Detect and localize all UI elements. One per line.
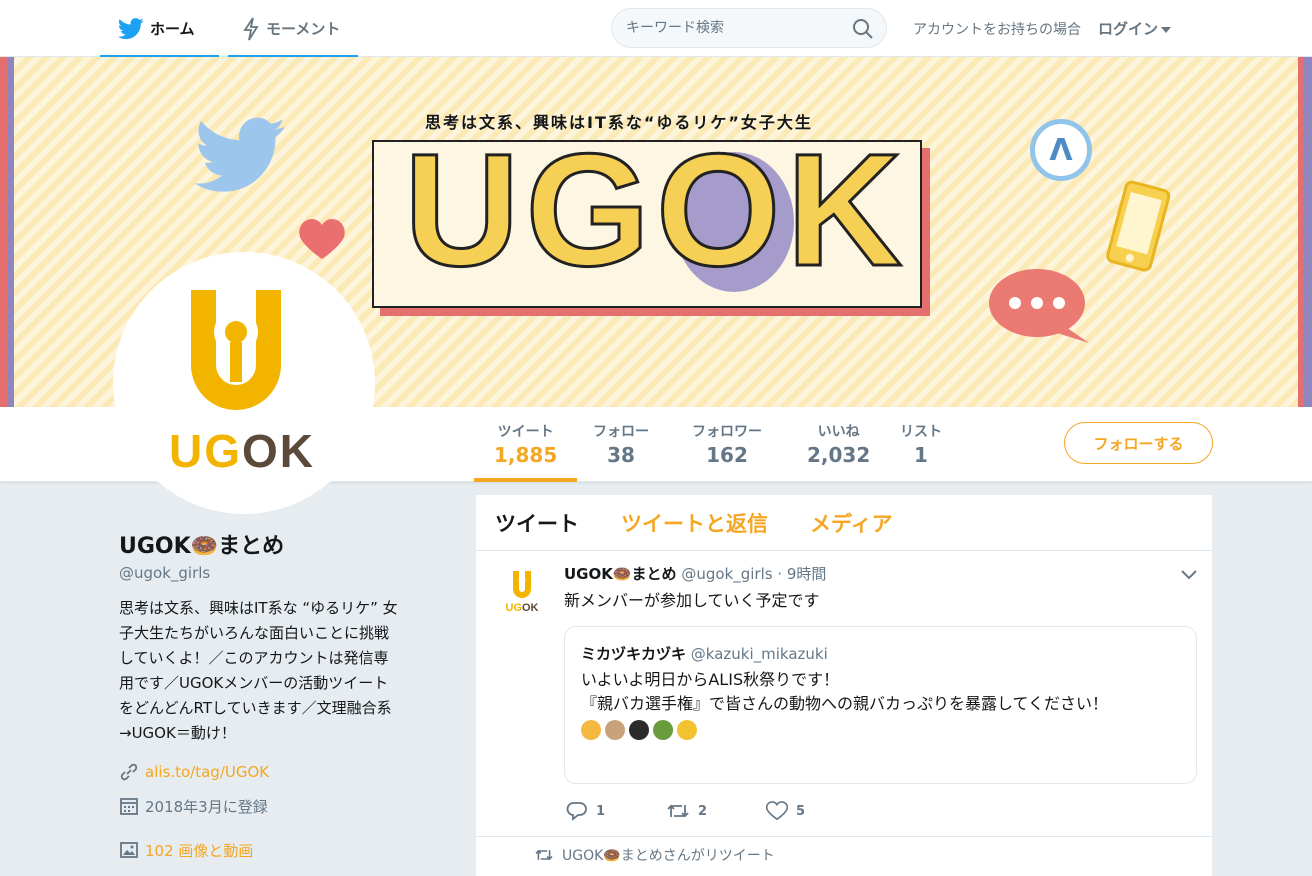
like-button[interactable]: 5 [766,801,866,821]
stat-value: 38 [607,443,635,467]
profile-avatar[interactable]: UGOK [113,252,375,514]
tweet-author-handle[interactable]: @ugok_girls [681,565,772,583]
retweet-count: 2 [698,803,708,819]
stat-value: 2,032 [807,443,871,467]
like-count: 5 [796,803,806,819]
avatar-logo-text: UGOK [169,424,315,478]
retweet-icon [667,804,689,818]
banner-stripe [0,57,8,407]
caret-down-icon [1161,26,1172,33]
stat-label: リスト [900,424,942,440]
timeline-tabs: ツイート ツイートと返信 メディア [476,495,1212,551]
nav-home-label: ホーム [150,20,195,38]
profile-link-row: alis.to/tag/UGOK [119,760,449,784]
calendar-icon [120,798,138,815]
profile-joined-row: 2018年3月に登録 [119,794,449,818]
nav-moments[interactable]: モーメント [227,0,359,57]
quoted-author-handle: @kazuki_mikazuki [690,645,828,663]
stat-likes[interactable]: いいね 2,032 [807,421,870,467]
lightning-icon [243,17,259,40]
alis-logo-icon: Λ [1030,119,1092,181]
twitter-bird-icon [195,117,286,192]
banner-stripe [1298,57,1304,407]
stat-value: 162 [706,443,748,467]
stat-label: フォロワー [692,424,762,440]
retweet-button[interactable]: 2 [666,801,766,821]
heart-icon [299,219,345,259]
link-icon [120,763,138,781]
stat-tweets[interactable]: ツイート 1,885 [473,421,578,482]
stat-followers[interactable]: フォロワー 162 [692,421,762,467]
profile-card: UGOK🍩まとめ @ugok_girls 思考は文系、興味はIT系な “ゆるリケ… [119,528,449,862]
quoted-tweet-text: いよいよ明日からALIS秋祭りです！ 『親バカ選手権』で皆さんの動物への親バカっ… [581,670,1109,713]
turtle-emoji-icon [653,720,673,740]
bee-emoji-icon [677,720,697,740]
chat-bubble-icon [989,269,1089,343]
banner-stripe [1304,57,1312,407]
stat-label: フォロー [593,424,649,440]
stat-label: ツイート [497,424,554,440]
nav-home[interactable]: ホーム [100,0,218,57]
tweet-text: 新メンバーが参加していく予定です [564,591,820,610]
stat-value: 1 [914,443,928,467]
retweet-context-text[interactable]: UGOK🍩まとめさんがリツイート [562,845,775,865]
tweet-header: UGOK🍩まとめ @ugok_girls · 9時間 [564,563,826,584]
tweet-item[interactable]: UGOK UGOK🍩まとめ @ugok_girls · 9時間 新メンバーが参加… [476,551,1212,837]
logo-letters-ok: OK [242,425,315,477]
quoted-tweet[interactable]: ミカヅキカヅキ @kazuki_mikazuki いよいよ明日からALIS秋祭り… [564,626,1197,784]
stat-value: 1,885 [494,443,558,467]
follow-button[interactable]: フォローする [1064,422,1213,464]
banner-stripe [8,57,14,407]
stat-lists[interactable]: リスト 1 [900,421,942,467]
penguin-emoji-icon [629,720,649,740]
image-icon [120,842,138,858]
tab-tweets[interactable]: ツイート [495,508,579,538]
reply-count: 1 [596,803,606,819]
login-button[interactable]: ログイン [1098,18,1172,39]
search-input[interactable] [626,9,846,47]
ugok-logo-icon: UGOK [506,571,539,614]
banner-logo: UGOK [372,128,922,308]
reply-button[interactable]: 1 [566,801,666,821]
twitter-bird-icon [118,17,144,39]
tab-tweets-and-replies[interactable]: ツイートと返信 [621,508,768,538]
emoji-row [581,720,1180,740]
retweet-context: UGOK🍩まとめさんがリツイート [534,845,775,865]
tweet-author-avatar[interactable]: UGOK [498,567,546,615]
banner-logo-text: UGOK [403,120,908,299]
cat-emoji-icon [581,720,601,740]
retweet-icon [535,849,553,861]
stat-following[interactable]: フォロー 38 [593,421,649,467]
reply-icon [566,802,587,821]
tweet-actions: 1 2 5 [566,801,866,821]
quoted-tweet-header: ミカヅキカヅキ @kazuki_mikazuki [581,643,1180,664]
smartphone-icon [1106,180,1171,272]
search-box [611,8,887,48]
timeline: ツイート ツイートと返信 メディア UGOK UGOK🍩まとめ @ugok_gi… [476,495,1212,876]
svg-text:UGOK: UGOK [506,602,539,614]
ugok-logo-icon [191,290,281,410]
profile-media-link[interactable]: 102 画像と動画 [145,840,253,861]
quoted-author-name: ミカヅキカヅキ [581,645,687,663]
chevron-down-icon[interactable] [1180,569,1198,581]
search-icon[interactable] [852,18,874,40]
logo-letters-ug: UG [169,425,242,477]
profile-media-row: 102 画像と動画 [119,838,449,862]
tab-media[interactable]: メディア [810,508,893,538]
top-navigation: ホーム モーメント アカウントをお持ちの場合 ログイン [0,0,1312,57]
tweet-author-name[interactable]: UGOK🍩まとめ [564,565,677,583]
heart-outline-icon [766,801,788,821]
profile-bio: 思考は文系、興味はIT系な “ゆるリケ” 女 子大生たちがいろんな面白いことに挑… [119,599,398,742]
profile-website-link[interactable]: alis.to/tag/UGOK [145,763,269,781]
dog-emoji-icon [605,720,625,740]
username-handle[interactable]: @ugok_girls [119,564,449,582]
account-prompt: アカウントをお持ちの場合 [913,22,1081,38]
tweet-timestamp[interactable]: · 9時間 [777,565,826,583]
stat-label: いいね [817,424,860,440]
login-label: ログイン [1098,20,1159,38]
profile-joined-date: 2018年3月に登録 [145,797,268,816]
display-name[interactable]: UGOK🍩まとめ [119,528,449,560]
nav-moments-label: モーメント [266,20,341,38]
